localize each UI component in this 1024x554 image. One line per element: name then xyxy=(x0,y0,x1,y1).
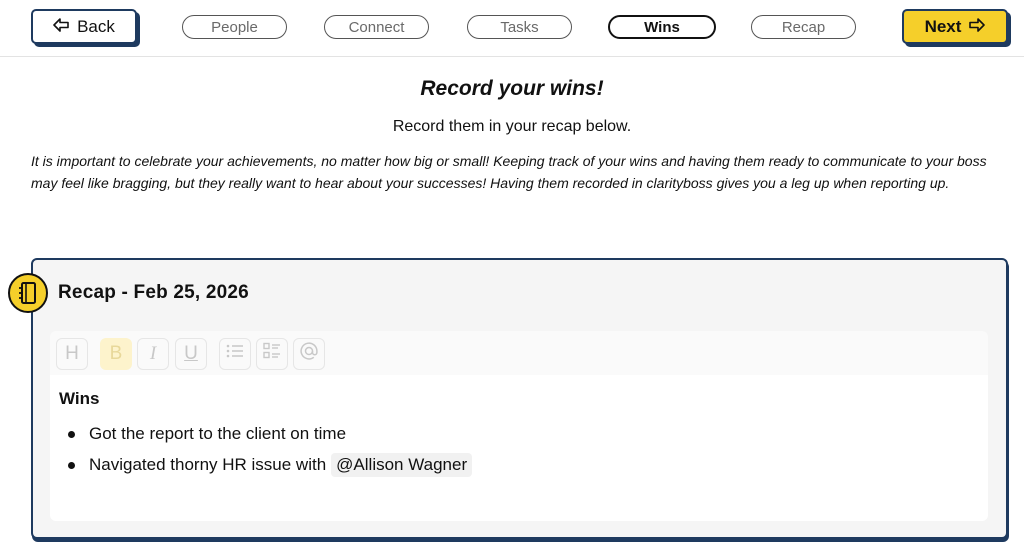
step-label: Recap xyxy=(781,18,826,36)
step-label: Connect xyxy=(348,18,405,36)
list-item: Navigated thorny HR issue with @Allison … xyxy=(68,453,473,477)
step-label: Tasks xyxy=(500,18,539,36)
recap-title: Recap - Feb 25, 2026 xyxy=(58,282,249,303)
back-button[interactable]: Back xyxy=(31,9,137,44)
notebook-icon xyxy=(8,273,48,313)
page-title: Record your wins! xyxy=(420,77,604,100)
wins-heading: Wins xyxy=(59,389,100,408)
bullet-list-button[interactable] xyxy=(219,338,251,370)
step-tasks[interactable]: Tasks xyxy=(467,15,572,39)
heading-glyph: H xyxy=(65,343,79,364)
heading-button[interactable]: H xyxy=(56,338,88,370)
arrow-left-icon xyxy=(53,17,69,37)
step-wins[interactable]: Wins xyxy=(608,15,716,39)
list-item: Got the report to the client on time xyxy=(68,424,346,444)
bold-glyph: B xyxy=(109,343,123,364)
recap-editor[interactable] xyxy=(50,375,988,521)
page-subtitle: Record them in your recap below. xyxy=(392,118,632,135)
intro-text: It is important to celebrate your achiev… xyxy=(31,153,987,191)
list-item-text: Got the report to the client on time xyxy=(89,424,347,443)
bold-button[interactable]: B xyxy=(100,338,132,370)
italic-glyph: I xyxy=(149,343,157,364)
checklist-icon xyxy=(263,342,281,366)
underline-glyph: U xyxy=(184,343,198,364)
mention-button[interactable] xyxy=(293,338,325,370)
bullet-dot xyxy=(68,461,75,469)
step-label: Wins xyxy=(644,18,680,36)
step-people[interactable]: People xyxy=(182,15,287,39)
checklist-button[interactable] xyxy=(256,338,288,370)
arrow-right-icon xyxy=(969,17,986,37)
mention-chip[interactable]: @Allison Wagner xyxy=(331,453,473,477)
bullet-list-icon xyxy=(226,343,244,365)
back-button-label: Back xyxy=(77,16,115,36)
next-button-label: Next xyxy=(924,16,962,36)
list-item-text: Navigated thorny HR issue with xyxy=(89,455,327,474)
step-connect[interactable]: Connect xyxy=(324,15,429,39)
italic-button[interactable]: I xyxy=(137,338,169,370)
bullet-dot xyxy=(68,430,75,438)
step-recap[interactable]: Recap xyxy=(751,15,856,39)
step-label: People xyxy=(211,18,258,36)
next-button[interactable]: Next xyxy=(902,9,1008,44)
underline-button[interactable]: U xyxy=(175,338,207,370)
at-sign-icon xyxy=(299,341,319,367)
